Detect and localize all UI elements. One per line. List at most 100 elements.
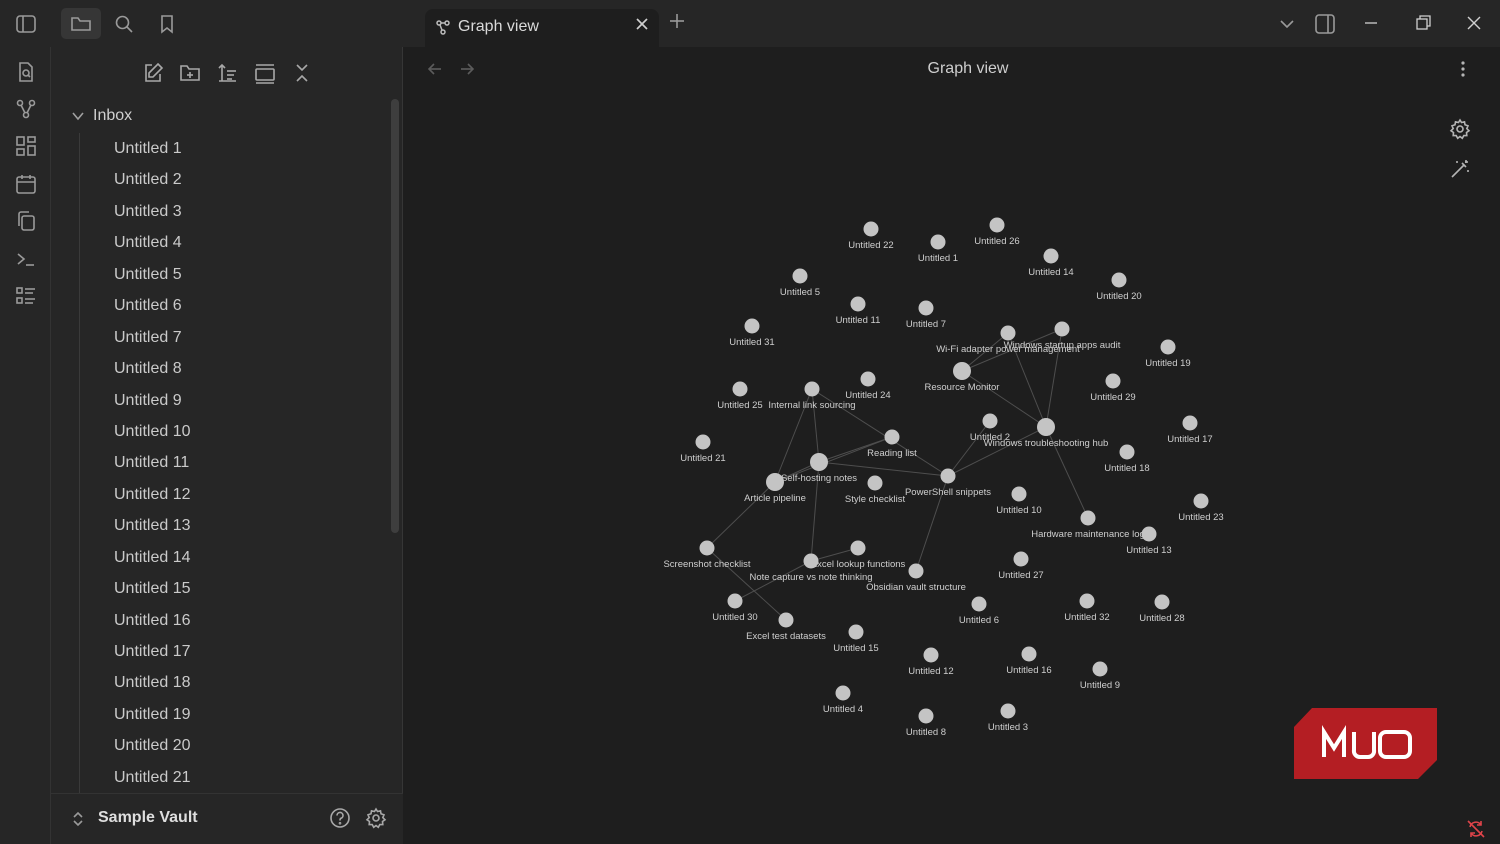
graph-node-circle[interactable]: [850, 540, 866, 556]
graph-node[interactable]: Screenshot checklist: [663, 540, 751, 571]
graph-node-circle[interactable]: [908, 563, 924, 579]
tab-graph-view[interactable]: Graph view: [425, 9, 659, 47]
graph-node-circle[interactable]: [1105, 373, 1121, 389]
graph-node-circle[interactable]: [860, 371, 876, 387]
graph-node-circle[interactable]: [1011, 486, 1027, 502]
graph-node[interactable]: Untitled 16: [1006, 646, 1052, 677]
graph-node[interactable]: Internal link sourcing: [768, 381, 856, 412]
files-tab-button[interactable]: [61, 8, 101, 39]
graph-node-circle[interactable]: [699, 540, 715, 556]
bookmarks-tab-button[interactable]: [147, 8, 187, 39]
graph-node[interactable]: Untitled 23: [1178, 493, 1224, 524]
graph-node[interactable]: Untitled 17: [1167, 415, 1213, 446]
right-sidebar-toggle-button[interactable]: [1314, 13, 1336, 40]
graph-node-circle[interactable]: [1080, 510, 1096, 526]
graph-node-circle[interactable]: [971, 596, 987, 612]
file-item[interactable]: Untitled 10: [80, 416, 389, 447]
graph-node-circle[interactable]: [727, 593, 743, 609]
graph-view-button[interactable]: [13, 96, 39, 122]
graph-node[interactable]: Untitled 5: [780, 268, 820, 299]
graph-node-circle[interactable]: [923, 647, 939, 663]
file-item[interactable]: Untitled 4: [80, 227, 389, 258]
graph-node[interactable]: Untitled 22: [848, 221, 894, 252]
settings-button[interactable]: [365, 807, 387, 834]
canvas-button[interactable]: [13, 133, 39, 159]
graph-node[interactable]: Resource Monitor: [925, 362, 1000, 393]
graph-node-circle[interactable]: [918, 300, 934, 316]
graph-node-circle[interactable]: [1013, 551, 1029, 567]
file-item[interactable]: Untitled 12: [80, 479, 389, 510]
file-item[interactable]: Untitled 7: [80, 322, 389, 353]
file-item[interactable]: Untitled 11: [80, 447, 389, 478]
graph-node[interactable]: Untitled 14: [1028, 248, 1074, 279]
graph-node[interactable]: Untitled 7: [906, 300, 946, 331]
graph-node[interactable]: Untitled 4: [823, 685, 863, 716]
collapse-all-button[interactable]: [289, 60, 315, 86]
graph-node-circle[interactable]: [804, 381, 820, 397]
new-folder-button[interactable]: [177, 60, 203, 86]
help-button[interactable]: [329, 807, 351, 834]
graph-node-circle[interactable]: [1111, 272, 1127, 288]
graph-node-circle[interactable]: [863, 221, 879, 237]
file-item[interactable]: Untitled 20: [80, 730, 389, 761]
graph-node-circle[interactable]: [940, 468, 956, 484]
graph-node-circle[interactable]: [1043, 248, 1059, 264]
graph-node[interactable]: Self-hosting notes: [781, 453, 857, 484]
close-window-button[interactable]: [1465, 14, 1483, 37]
graph-node-circle[interactable]: [778, 612, 794, 628]
graph-node-circle[interactable]: [1154, 594, 1170, 610]
graph-node-circle[interactable]: [810, 453, 828, 471]
graph-node-circle[interactable]: [867, 475, 883, 491]
graph-node-circle[interactable]: [835, 685, 851, 701]
graph-node-circle[interactable]: [1054, 321, 1070, 337]
sync-status-icon[interactable]: [1466, 819, 1486, 844]
file-item[interactable]: Untitled 15: [80, 573, 389, 604]
graph-node[interactable]: Untitled 29: [1090, 373, 1136, 404]
graph-node[interactable]: Untitled 18: [1104, 444, 1150, 475]
file-item[interactable]: Untitled 13: [80, 510, 389, 541]
file-item[interactable]: Untitled 5: [80, 259, 389, 290]
graph-node-circle[interactable]: [918, 708, 934, 724]
graph-node[interactable]: Untitled 19: [1145, 339, 1191, 370]
daily-note-button[interactable]: [13, 171, 39, 197]
graph-node[interactable]: Untitled 6: [959, 596, 999, 627]
file-item[interactable]: Untitled 16: [80, 605, 389, 636]
new-tab-button[interactable]: [668, 12, 686, 35]
graph-node-circle[interactable]: [732, 381, 748, 397]
graph-node[interactable]: Untitled 21: [680, 434, 726, 465]
graph-node[interactable]: Untitled 31: [729, 318, 775, 349]
graph-node-circle[interactable]: [884, 429, 900, 445]
graph-node[interactable]: Windows startup apps audit: [1004, 321, 1121, 352]
graph-node[interactable]: Untitled 1: [918, 234, 958, 265]
graph-node-circle[interactable]: [1079, 593, 1095, 609]
graph-node[interactable]: Untitled 8: [906, 708, 946, 739]
new-note-button[interactable]: [140, 60, 166, 86]
graph-node-circle[interactable]: [1000, 325, 1016, 341]
graph-node-circle[interactable]: [1141, 526, 1157, 542]
tab-close-button[interactable]: [635, 17, 649, 36]
graph-node[interactable]: Untitled 32: [1064, 593, 1110, 624]
graph-node[interactable]: Hardware maintenance log: [1031, 510, 1145, 541]
sidebar-toggle-button[interactable]: [6, 8, 46, 39]
minimize-button[interactable]: [1362, 14, 1380, 37]
file-item[interactable]: Untitled 19: [80, 699, 389, 730]
graph-node[interactable]: Excel lookup functions: [811, 540, 906, 571]
graph-node[interactable]: Untitled 3: [988, 703, 1028, 734]
graph-node[interactable]: Excel test datasets: [746, 612, 826, 643]
file-item[interactable]: Untitled 17: [80, 636, 389, 667]
file-item[interactable]: Untitled 8: [80, 353, 389, 384]
graph-node[interactable]: Reading list: [867, 429, 917, 460]
graph-node-circle[interactable]: [695, 434, 711, 450]
file-item[interactable]: Untitled 18: [80, 667, 389, 698]
graph-node-circle[interactable]: [930, 234, 946, 250]
graph-node[interactable]: Untitled 11: [836, 296, 881, 327]
graph-node[interactable]: Untitled 24: [845, 371, 891, 402]
file-item[interactable]: Untitled 1: [80, 133, 389, 164]
graph-node-circle[interactable]: [989, 217, 1005, 233]
graph-node-circle[interactable]: [1021, 646, 1037, 662]
graph-node-circle[interactable]: [1160, 339, 1176, 355]
graph-node-circle[interactable]: [1119, 444, 1135, 460]
restore-button[interactable]: [1414, 14, 1432, 37]
graph-node-circle[interactable]: [982, 413, 998, 429]
graph-node[interactable]: Untitled 28: [1139, 594, 1185, 625]
